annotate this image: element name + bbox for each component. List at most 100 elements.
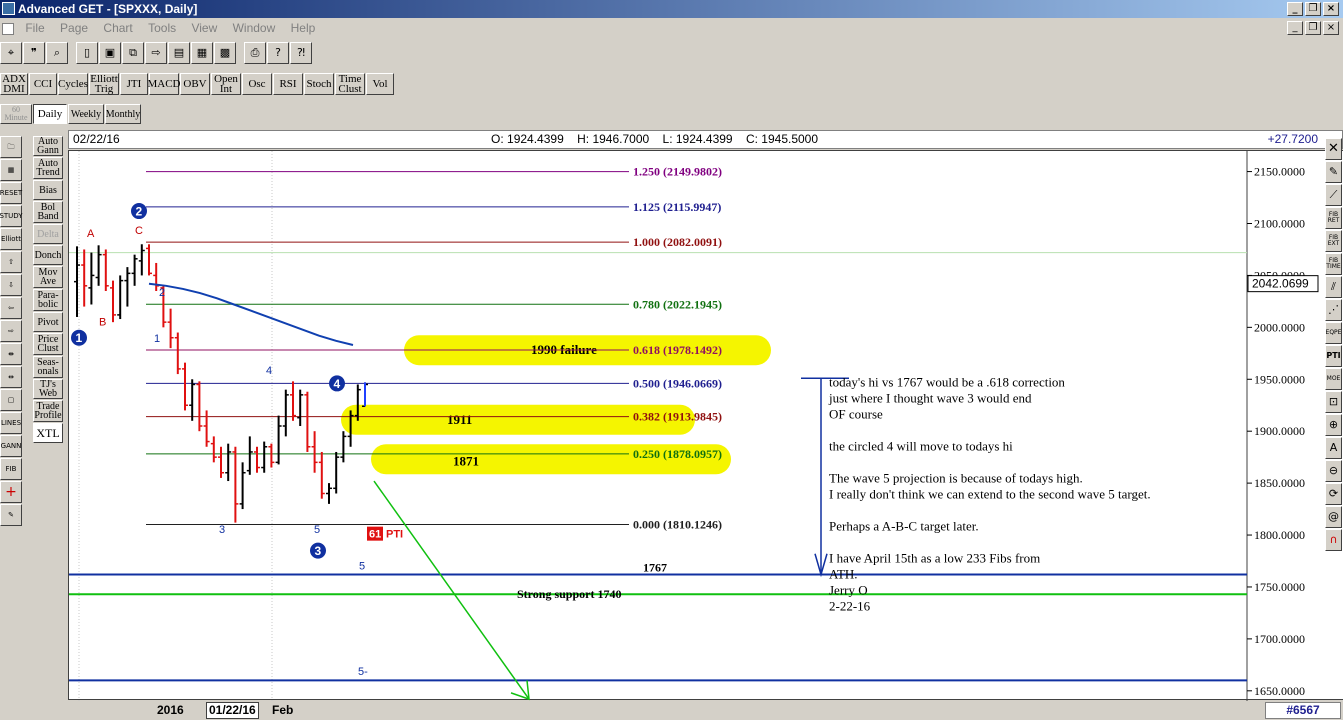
indicator-vol-button[interactable]: Vol xyxy=(366,73,394,95)
arrow-right-icon[interactable]: ⇨ xyxy=(0,320,22,342)
arrow-down-icon[interactable]: ⇩ xyxy=(0,274,22,296)
pti-button[interactable]: PTI xyxy=(1325,345,1342,367)
indicator-osc-button[interactable]: Osc xyxy=(242,73,272,95)
study-button-parabolic[interactable]: Para-bolic xyxy=(33,289,63,311)
indicator-cci-button[interactable]: CCI xyxy=(29,73,57,95)
indicator-stoch-button[interactable]: Stoch xyxy=(304,73,334,95)
y-tick-label: 2000.0000 xyxy=(1254,320,1305,334)
moe-button[interactable]: MOE xyxy=(1325,368,1342,390)
indicator-rsi-button[interactable]: RSI xyxy=(273,73,303,95)
document-system-icon[interactable] xyxy=(2,22,14,35)
doc-close-button[interactable]: × xyxy=(1323,21,1339,35)
menu-file[interactable]: File xyxy=(19,18,50,38)
fib-label: 1.125 (2115.9947) xyxy=(633,200,721,214)
fan-icon[interactable]: ⋰ xyxy=(1325,299,1342,321)
period-daily-button[interactable]: Daily xyxy=(33,104,67,124)
magnify-minus-icon[interactable]: ⊖ xyxy=(1325,460,1342,482)
save-icon[interactable]: ▣ xyxy=(99,42,121,64)
cursor-icon[interactable]: ⌖ xyxy=(0,42,22,64)
quote-icon[interactable]: ❞ xyxy=(23,42,45,64)
study-button-bias[interactable]: Bias xyxy=(33,180,63,200)
study-button-autotrend[interactable]: Auto Trend xyxy=(33,157,63,179)
pattern-icon[interactable]: ▦ xyxy=(0,159,22,181)
cycle-icon[interactable]: ⟳ xyxy=(1325,483,1342,505)
indicator-macd-button[interactable]: MACD xyxy=(148,73,181,95)
pencil-icon[interactable]: ✎ xyxy=(1325,161,1342,183)
menu-chart[interactable]: Chart xyxy=(97,18,138,38)
compress-icon[interactable]: ⇹ xyxy=(0,366,22,388)
study-button-xtl[interactable]: XTL xyxy=(33,423,63,443)
layout-icon[interactable]: ▤ xyxy=(168,42,190,64)
study-button-delta[interactable]: Delta xyxy=(33,224,63,244)
menu-window[interactable]: Window xyxy=(227,18,282,38)
reset-tool-button[interactable]: RESET xyxy=(0,182,22,204)
expand-icon[interactable]: ⇼ xyxy=(0,343,22,365)
gann-tool-button[interactable]: GANN xyxy=(0,435,22,457)
cross-cursor-icon[interactable]: ✕ xyxy=(1325,138,1342,160)
doc-restore-button[interactable]: ❐ xyxy=(1305,21,1321,35)
box-icon[interactable]: ▢ xyxy=(0,389,22,411)
note-icon[interactable]: ✎ xyxy=(0,504,22,526)
elliott-tool-button[interactable]: Elliott xyxy=(0,228,22,250)
close-button[interactable]: × xyxy=(1323,2,1339,16)
copy-icon[interactable]: ⧉ xyxy=(122,42,144,64)
study-button-tjsweb[interactable]: TJ's Web xyxy=(33,379,63,399)
indicator-time-clust-button[interactable]: Time Clust xyxy=(335,73,365,95)
indicator-jti-button[interactable]: JTI xyxy=(120,73,148,95)
fib-ext-button[interactable]: FIB EXT xyxy=(1325,230,1342,252)
eqpe-button[interactable]: EQPE xyxy=(1325,322,1342,344)
study-button-pivot[interactable]: Pivot xyxy=(33,312,63,332)
price-chart[interactable]: 2150.00002100.00002050.00002000.00001950… xyxy=(68,150,1343,701)
spiral-icon[interactable]: @ xyxy=(1325,506,1342,528)
study-button-priceclust[interactable]: Price Clust xyxy=(33,333,63,355)
text-tool-button[interactable]: A xyxy=(1325,437,1342,459)
magnify-plus-icon[interactable]: ⊕ xyxy=(1325,414,1342,436)
study-button-seasonals[interactable]: Seas-onals xyxy=(33,356,63,378)
menu-tools[interactable]: Tools xyxy=(142,18,182,38)
period-monthly-button[interactable]: Monthly xyxy=(105,104,141,124)
change-value: +27.7200 xyxy=(1267,132,1318,146)
maximize-button[interactable]: ❐ xyxy=(1305,2,1321,16)
print-icon[interactable]: ⎙ xyxy=(244,42,266,64)
study-button-donch[interactable]: Donch xyxy=(33,245,63,265)
fib-tool-button[interactable]: FIB xyxy=(0,458,22,480)
context-help-icon[interactable]: ⁈ xyxy=(290,42,312,64)
trendline-icon[interactable]: ⟋ xyxy=(1325,184,1342,206)
crosshair-icon[interactable]: + xyxy=(0,481,22,503)
tile-icon[interactable]: ▩ xyxy=(214,42,236,64)
magnet-icon[interactable]: ∩ xyxy=(1325,529,1342,551)
help-icon[interactable]: ? xyxy=(267,42,289,64)
export-icon[interactable]: ⇨ xyxy=(145,42,167,64)
study-button-autogann[interactable]: Auto Gann xyxy=(33,136,63,156)
open-folder-icon[interactable]: 🗀 xyxy=(0,136,22,158)
lines-tool-button[interactable]: LINES xyxy=(0,412,22,434)
menu-view[interactable]: View xyxy=(185,18,223,38)
study-button-movave[interactable]: Mov Ave xyxy=(33,266,63,288)
study-button-bolband[interactable]: Bol Band xyxy=(33,201,63,223)
channel-icon[interactable]: ⫽ xyxy=(1325,276,1342,298)
grid-icon[interactable]: ▦ xyxy=(191,42,213,64)
zoom-icon[interactable]: ⌕ xyxy=(46,42,68,64)
arrow-left-icon[interactable]: ⇦ xyxy=(0,297,22,319)
study-tool-button[interactable]: STUDY xyxy=(0,205,23,227)
study-button-tradeprofile[interactable]: Trade Profile xyxy=(33,400,63,422)
fib-time-button[interactable]: FIB TIME xyxy=(1325,253,1342,275)
indicator-obv-button[interactable]: OBV xyxy=(180,73,210,95)
fib-ret-button[interactable]: FIB RET xyxy=(1325,207,1342,229)
chart-canvas[interactable]: 2150.00002100.00002050.00002000.00001950… xyxy=(69,151,1343,701)
menu-page[interactable]: Page xyxy=(54,18,94,38)
arrow-up-icon[interactable]: ⇧ xyxy=(0,251,22,273)
minimize-button[interactable]: _ xyxy=(1287,2,1303,16)
period-weekly-button[interactable]: Weekly xyxy=(68,104,104,124)
menu-help[interactable]: Help xyxy=(285,18,322,38)
new-page-icon[interactable]: ▯ xyxy=(76,42,98,64)
wave-label: 2 xyxy=(159,287,165,299)
indicator-adx-dmi-button[interactable]: ADX DMI xyxy=(0,73,28,95)
indicator-elliott-trig-button[interactable]: Elliott Trig xyxy=(89,73,119,95)
doc-minimize-button[interactable]: _ xyxy=(1287,21,1303,35)
gann-box-icon[interactable]: ⊡ xyxy=(1325,391,1342,413)
indicator-cycles-button[interactable]: Cycles xyxy=(58,73,88,95)
indicator-open-int-button[interactable]: Open Int xyxy=(211,73,241,95)
wave-label: C xyxy=(135,225,143,237)
period-60-minute-button[interactable]: 60 Minute xyxy=(0,104,32,124)
